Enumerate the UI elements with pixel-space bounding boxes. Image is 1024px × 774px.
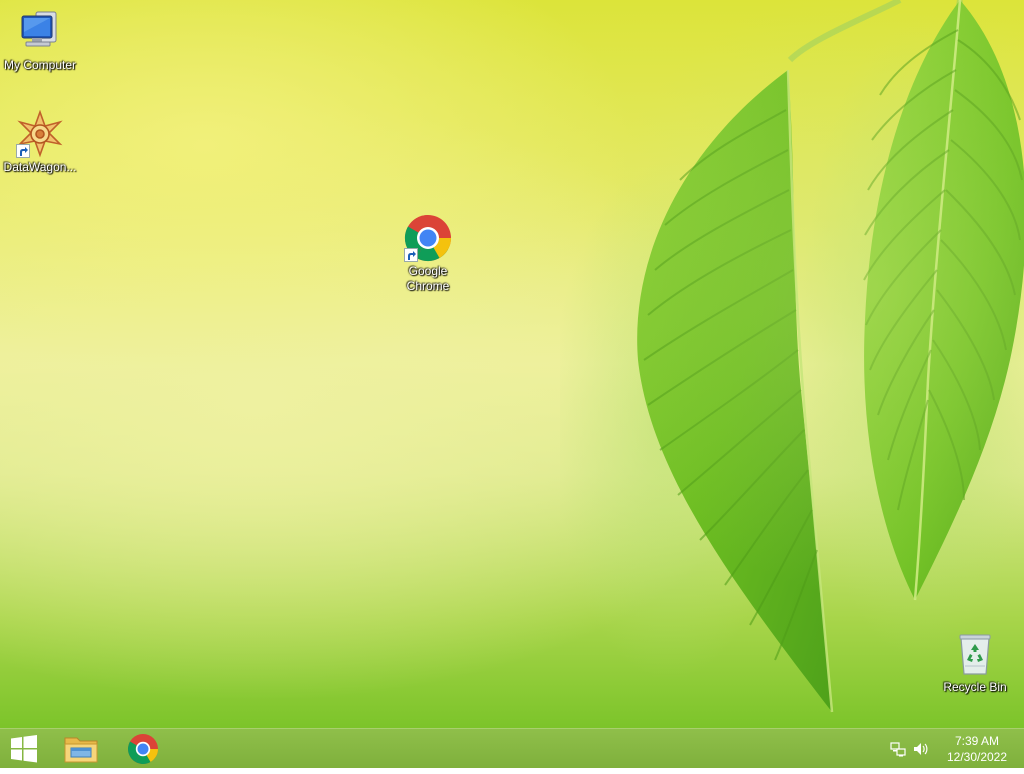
desktop-icon-label: DataWagon... (3, 160, 77, 174)
desktop: My Computer DataWagon... Google Chrome R… (0, 0, 1024, 728)
clock-date: 12/30/2022 (946, 750, 1008, 764)
taskbar: 7:39 AM 12/30/2022 (0, 728, 1024, 768)
taskbar-chrome[interactable] (118, 729, 168, 769)
desktop-icon-label: Recycle Bin (943, 680, 1007, 694)
wallpaper-leaves (560, 0, 1024, 713)
shortcut-arrow-icon (16, 144, 30, 158)
desktop-icon-label: My Computer (3, 58, 77, 72)
shortcut-arrow-icon (404, 248, 418, 262)
datawagon-icon (16, 109, 64, 158)
system-tray: 7:39 AM 12/30/2022 (884, 729, 1024, 769)
desktop-icon-label: Google Chrome (406, 264, 450, 293)
file-explorer-icon (64, 737, 98, 763)
network-icon[interactable] (890, 741, 906, 757)
clock[interactable]: 7:39 AM 12/30/2022 (942, 733, 1012, 765)
desktop-icon-my-computer[interactable]: My Computer (0, 8, 80, 73)
computer-icon (16, 8, 64, 56)
taskbar-file-explorer[interactable] (56, 729, 106, 769)
desktop-icon-recycle-bin[interactable]: Recycle Bin (935, 630, 1015, 695)
clock-time: 7:39 AM (954, 734, 1000, 748)
start-button[interactable] (0, 729, 48, 769)
chrome-icon (404, 214, 452, 262)
volume-icon[interactable] (912, 741, 928, 757)
windows-logo-icon (11, 735, 37, 763)
chrome-icon (127, 734, 158, 765)
desktop-icon-google-chrome[interactable]: Google Chrome (388, 214, 468, 294)
desktop-icon-datawagon[interactable]: DataWagon... (0, 109, 80, 175)
recycle-bin-icon (951, 630, 999, 678)
